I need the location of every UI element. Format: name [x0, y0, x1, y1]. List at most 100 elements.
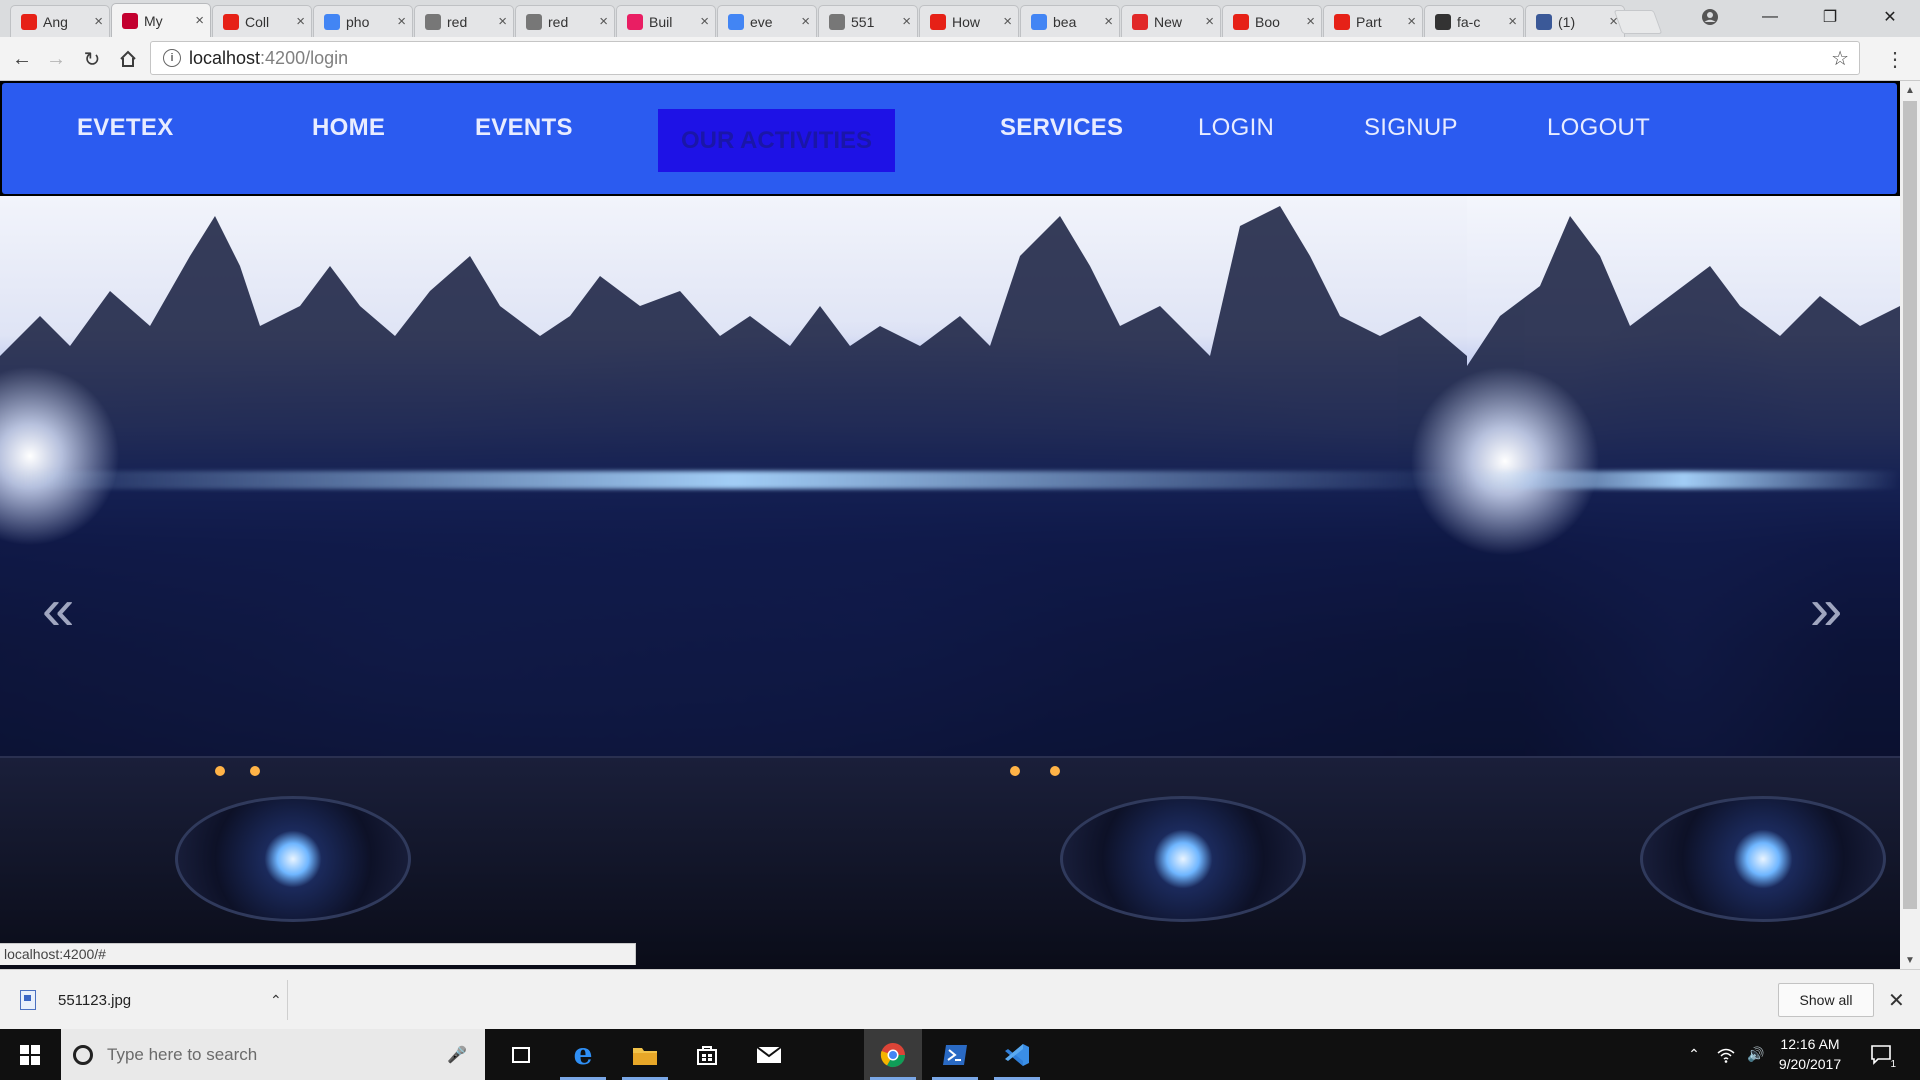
- new-tab-button[interactable]: [1613, 10, 1663, 34]
- windows-start-icon[interactable]: [0, 1029, 60, 1080]
- browser-tab[interactable]: Coll ×: [212, 5, 312, 37]
- hero-carousel: « »: [0, 196, 1900, 969]
- browser-toolbar: ← → ↻ i localhost:4200/login ☆ ⋮: [0, 37, 1920, 81]
- brand-logo[interactable]: EVETEX: [77, 114, 174, 142]
- tab-close-icon[interactable]: ×: [599, 13, 608, 30]
- address-path: :4200/login: [260, 47, 349, 68]
- task-view-icon[interactable]: [492, 1029, 550, 1080]
- browser-tab[interactable]: Part ×: [1323, 5, 1423, 37]
- browser-tab[interactable]: Buil ×: [616, 5, 716, 37]
- edge-icon[interactable]: e: [554, 1029, 612, 1080]
- back-icon[interactable]: ←: [8, 45, 36, 73]
- scroll-thumb[interactable]: [1903, 101, 1917, 909]
- download-filename: 551123.jpg: [58, 991, 132, 1009]
- chevron-up-icon[interactable]: ⌃: [270, 992, 282, 1009]
- tab-close-icon[interactable]: ×: [700, 13, 709, 30]
- nav-our-activities[interactable]: OUR ACTIVITIES: [658, 109, 895, 172]
- tab-title: bea: [1053, 13, 1077, 30]
- tab-title: Ang: [43, 13, 68, 30]
- mail-icon[interactable]: [740, 1029, 798, 1080]
- file-explorer-icon[interactable]: [616, 1029, 674, 1080]
- nav-signup[interactable]: SIGNUP: [1364, 114, 1458, 142]
- browser-tab[interactable]: Ang ×: [10, 5, 110, 37]
- tab-close-icon[interactable]: ×: [397, 13, 406, 30]
- action-center-icon[interactable]: 1: [1862, 1029, 1902, 1080]
- light-flare-right: [1410, 366, 1600, 556]
- browser-tab[interactable]: red ×: [414, 5, 514, 37]
- browser-tab[interactable]: Boo ×: [1222, 5, 1322, 37]
- vscode-icon[interactable]: [988, 1029, 1046, 1080]
- close-window-icon[interactable]: ✕: [1860, 0, 1920, 34]
- show-hidden-icons[interactable]: ⌃: [1680, 1029, 1708, 1080]
- browser-tab[interactable]: fa-c ×: [1424, 5, 1524, 37]
- browser-tab[interactable]: bea ×: [1020, 5, 1120, 37]
- show-all-button[interactable]: Show all: [1778, 983, 1874, 1017]
- address-bar[interactable]: i localhost:4200/login ☆: [150, 41, 1860, 75]
- download-shelf: 551123.jpg ⌃ Show all ✕: [0, 969, 1920, 1029]
- download-item[interactable]: 551123.jpg ⌃: [20, 980, 286, 1020]
- page-scrollbar[interactable]: ▲ ▼: [1900, 81, 1920, 969]
- browser-tab[interactable]: 551 ×: [818, 5, 918, 37]
- tab-close-icon[interactable]: ×: [296, 13, 305, 30]
- wifi-icon[interactable]: [1712, 1029, 1740, 1080]
- nav-services[interactable]: SERVICES: [1000, 114, 1123, 142]
- google-icon: [324, 13, 340, 30]
- volume-icon[interactable]: 🔊: [1742, 1029, 1770, 1080]
- tab-title: My: [144, 12, 163, 29]
- scroll-up-icon[interactable]: ▲: [1900, 81, 1920, 99]
- carousel-next-arrow[interactable]: »: [1810, 576, 1842, 643]
- nav-events[interactable]: EVENTS: [475, 114, 573, 142]
- scroll-down-icon[interactable]: ▼: [1900, 951, 1920, 969]
- tab-title: 551: [851, 13, 875, 30]
- tab-title: How: [952, 13, 981, 30]
- download-icon: [526, 13, 542, 30]
- taskbar-search-box[interactable]: Type here to search 🎤: [61, 1029, 485, 1080]
- browser-tab[interactable]: (1) ×: [1525, 5, 1625, 37]
- tab-close-icon[interactable]: ×: [195, 12, 204, 29]
- nav-logout[interactable]: LOGOUT: [1547, 114, 1650, 142]
- tab-close-icon[interactable]: ×: [1306, 13, 1315, 30]
- tab-title: Buil: [649, 13, 673, 30]
- site-info-icon[interactable]: i: [163, 49, 181, 67]
- taskbar-clock[interactable]: 12:16 AM 9/20/2017: [1770, 1034, 1850, 1074]
- tab-close-icon[interactable]: ×: [902, 13, 911, 30]
- minimize-icon[interactable]: —: [1740, 0, 1800, 34]
- youtube-icon: [1233, 13, 1249, 30]
- browser-tab[interactable]: pho ×: [313, 5, 413, 37]
- tab-close-icon[interactable]: ×: [1205, 13, 1214, 30]
- tab-close-icon[interactable]: ×: [1407, 13, 1416, 30]
- tab-close-icon[interactable]: ×: [94, 13, 103, 30]
- bookmark-star-icon[interactable]: ☆: [1831, 46, 1849, 71]
- youtube-icon: [223, 13, 239, 30]
- tab-close-icon[interactable]: ×: [498, 13, 507, 30]
- tab-close-icon[interactable]: ×: [1104, 13, 1113, 30]
- carousel-prev-arrow[interactable]: «: [42, 576, 74, 643]
- browser-tab[interactable]: eve ×: [717, 5, 817, 37]
- browser-tab[interactable]: New ×: [1121, 5, 1221, 37]
- restore-icon[interactable]: ❐: [1800, 0, 1860, 34]
- tab-close-icon[interactable]: ×: [1003, 13, 1012, 30]
- profile-icon[interactable]: [1680, 0, 1740, 34]
- store-icon[interactable]: [678, 1029, 736, 1080]
- chrome-icon[interactable]: [864, 1029, 922, 1080]
- tab-title: pho: [346, 13, 370, 30]
- home-icon[interactable]: [114, 45, 142, 73]
- tab-close-icon[interactable]: ×: [1508, 13, 1517, 30]
- browser-tab[interactable]: red ×: [515, 5, 615, 37]
- close-icon[interactable]: ✕: [1888, 988, 1905, 1013]
- nav-home[interactable]: HOME: [312, 114, 385, 142]
- nav-login[interactable]: LOGIN: [1198, 114, 1274, 142]
- play-icon: [627, 13, 643, 30]
- microphone-icon[interactable]: 🎤: [447, 1045, 467, 1065]
- browser-menu-icon[interactable]: ⋮: [1885, 45, 1905, 73]
- powershell-icon[interactable]: [926, 1029, 984, 1080]
- light-beam: [0, 471, 1467, 489]
- browser-tab[interactable]: My ×: [111, 3, 211, 37]
- address-host: localhost: [189, 47, 261, 68]
- google-icon: [1031, 13, 1047, 30]
- browser-tab[interactable]: How ×: [919, 5, 1019, 37]
- tab-title: eve: [750, 13, 773, 30]
- tab-close-icon[interactable]: ×: [801, 13, 810, 30]
- reload-icon[interactable]: ↻: [78, 45, 106, 73]
- forward-icon[interactable]: →: [42, 45, 70, 73]
